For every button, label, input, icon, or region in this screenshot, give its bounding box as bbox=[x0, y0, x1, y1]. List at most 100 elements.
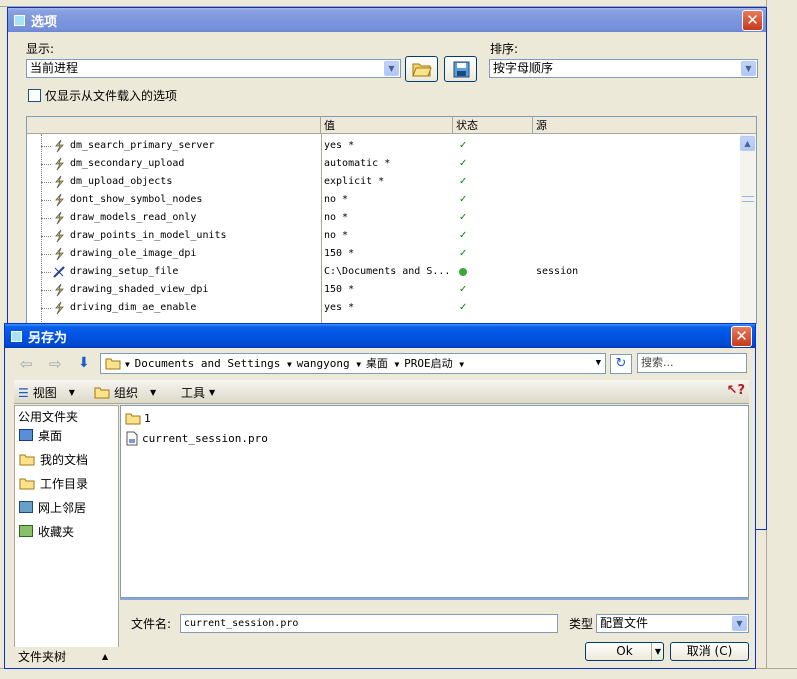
place-label: 桌面 bbox=[38, 428, 63, 443]
table-row[interactable]: dont_show_symbol_nodes no * ✓ bbox=[27, 191, 742, 209]
status-check-icon: ✓ bbox=[459, 230, 468, 241]
display-select[interactable]: 当前进程 ▼ bbox=[26, 59, 401, 78]
place-favorites[interactable]: 收藏夹 bbox=[19, 521, 74, 541]
search-input[interactable]: 搜索... bbox=[637, 353, 747, 373]
scroll-grip-icon[interactable] bbox=[742, 196, 754, 202]
view-menu[interactable]: ☰ 视图 ▼ bbox=[18, 384, 75, 401]
status-check-icon: ✓ bbox=[459, 176, 468, 187]
sort-select[interactable]: 按字母顺序 ▼ bbox=[489, 59, 758, 78]
places-header: 公用文件夹 bbox=[18, 410, 79, 424]
tree-branch bbox=[41, 164, 51, 165]
scroll-up-icon[interactable]: ▲ bbox=[740, 136, 755, 151]
favorites-icon bbox=[19, 525, 33, 537]
display-select-value: 当前进程 bbox=[30, 61, 79, 75]
tools-menu-label: 工具 bbox=[181, 386, 206, 400]
type-select[interactable]: 配置文件 ▼ bbox=[596, 614, 749, 633]
folder-icon bbox=[94, 387, 110, 399]
status-check-icon: ✓ bbox=[459, 140, 468, 151]
option-lightning-icon bbox=[55, 301, 64, 315]
breadcrumb-item[interactable]: wangyong bbox=[297, 357, 350, 370]
table-row[interactable]: drawing_shaded_view_dpi 150 * ✓ bbox=[27, 281, 742, 299]
option-source bbox=[536, 155, 736, 173]
close-button[interactable]: ✕ bbox=[742, 10, 763, 31]
option-name: draw_points_in_model_units bbox=[70, 230, 227, 241]
breadcrumb: ▼ Documents and Settings ▼ wangyong ▼ 桌面… bbox=[125, 357, 465, 370]
option-value: 150 * bbox=[324, 284, 355, 295]
table-row[interactable]: draw_points_in_model_units no * ✓ bbox=[27, 227, 742, 245]
col-header-name[interactable] bbox=[27, 117, 321, 134]
options-titlebar[interactable]: 选项 ✕ bbox=[8, 8, 766, 32]
col-header-source[interactable]: 源 bbox=[533, 117, 742, 134]
save-icon bbox=[453, 61, 469, 78]
option-lightning-icon bbox=[55, 247, 64, 261]
list-item[interactable]: current_session.pro bbox=[125, 429, 268, 447]
organize-menu[interactable]: 组织 ▼ bbox=[94, 384, 156, 401]
table-row[interactable]: draw_models_read_only no * ✓ bbox=[27, 209, 742, 227]
table-row[interactable]: dm_upload_objects explicit * ✓ bbox=[27, 173, 742, 191]
help-icon[interactable]: ↖? bbox=[727, 383, 745, 398]
breadcrumb-item[interactable]: 桌面 bbox=[366, 357, 388, 370]
option-source bbox=[536, 281, 736, 299]
col-header-value[interactable]: 值 bbox=[321, 117, 453, 134]
option-source bbox=[536, 173, 736, 191]
option-name: dm_upload_objects bbox=[70, 176, 173, 187]
search-placeholder: 搜索... bbox=[641, 356, 674, 369]
folder-tree-toggle[interactable]: 文件夹树 ▲ bbox=[14, 647, 119, 667]
forward-arrow-icon[interactable]: ⇨ bbox=[49, 355, 62, 373]
place-workdir[interactable]: 工作目录 bbox=[19, 473, 88, 493]
chevron-down-icon[interactable]: ▼ bbox=[732, 616, 747, 631]
place-documents[interactable]: 我的文档 bbox=[19, 449, 88, 469]
address-bar[interactable]: ▼ Documents and Settings ▼ wangyong ▼ 桌面… bbox=[100, 353, 606, 374]
option-source bbox=[536, 209, 736, 227]
table-row[interactable]: drawing_setup_file C:\Documents and S... s… bbox=[27, 263, 742, 281]
open-file-button[interactable] bbox=[405, 56, 438, 82]
file-list[interactable]: 1 current_session.pro bbox=[120, 405, 749, 598]
option-lightning-icon bbox=[55, 139, 64, 153]
only-file-checkbox[interactable] bbox=[28, 89, 41, 102]
saveas-title: 另存为 bbox=[28, 330, 68, 346]
chevron-down-icon: ▼ bbox=[68, 388, 75, 397]
table-row[interactable]: drawing_ole_image_dpi 150 * ✓ bbox=[27, 245, 742, 263]
back-arrow-icon[interactable]: ⇦ bbox=[20, 355, 33, 373]
col-header-status[interactable]: 状态 bbox=[453, 117, 533, 134]
chevron-down-icon[interactable]: ▼ bbox=[384, 61, 399, 76]
history-down-icon[interactable]: ⬇ bbox=[78, 355, 90, 371]
chevron-down-icon[interactable]: ▼ bbox=[650, 643, 661, 660]
tree-branch bbox=[41, 200, 51, 201]
option-lightning-icon bbox=[55, 193, 64, 207]
place-network[interactable]: 网上邻居 bbox=[19, 497, 86, 517]
tools-menu[interactable]: 工具 ▼ bbox=[181, 384, 215, 401]
list-item[interactable]: 1 bbox=[125, 409, 151, 427]
table-row[interactable]: dm_secondary_upload automatic * ✓ bbox=[27, 155, 742, 173]
close-button[interactable]: ✕ bbox=[731, 326, 752, 347]
status-check-icon: ✓ bbox=[459, 212, 468, 223]
filename-input[interactable]: current_session.pro bbox=[180, 614, 558, 633]
option-source bbox=[536, 245, 736, 263]
breadcrumb-item[interactable]: PROE启动 bbox=[404, 357, 453, 370]
documents-folder-icon bbox=[19, 454, 35, 465]
saveas-titlebar[interactable]: 另存为 ✕ bbox=[5, 324, 755, 348]
option-source bbox=[536, 227, 736, 245]
cancel-button[interactable]: 取消 (C) bbox=[670, 642, 749, 661]
table-row[interactable]: driving_dim_ae_enable yes * ✓ bbox=[27, 299, 742, 317]
background-status-strip bbox=[0, 668, 797, 679]
vertical-scrollbar[interactable]: ▲ bbox=[740, 134, 756, 323]
sort-label: 排序: bbox=[490, 42, 519, 56]
sort-select-value: 按字母顺序 bbox=[493, 61, 554, 75]
tree-branch bbox=[41, 290, 51, 291]
options-title: 选项 bbox=[31, 14, 58, 30]
organize-menu-label: 组织 bbox=[114, 386, 139, 400]
breadcrumb-item[interactable]: Documents and Settings bbox=[135, 357, 281, 370]
table-row[interactable]: dm_search_primary_server yes * ✓ bbox=[27, 137, 742, 155]
save-file-button[interactable] bbox=[444, 56, 477, 82]
option-value: C:\Documents and S... bbox=[324, 266, 451, 277]
option-lightning-icon bbox=[55, 211, 64, 225]
refresh-icon[interactable]: ↻ bbox=[610, 354, 632, 374]
chevron-down-icon[interactable]: ▼ bbox=[741, 61, 756, 76]
option-value: explicit * bbox=[324, 176, 385, 187]
tree-branch bbox=[41, 218, 51, 219]
ok-button[interactable]: Ok ▼ bbox=[585, 642, 664, 661]
chevron-down-icon[interactable]: ▼ bbox=[596, 354, 601, 373]
place-desktop[interactable]: 桌面 bbox=[19, 425, 62, 445]
option-source: session bbox=[536, 266, 579, 277]
